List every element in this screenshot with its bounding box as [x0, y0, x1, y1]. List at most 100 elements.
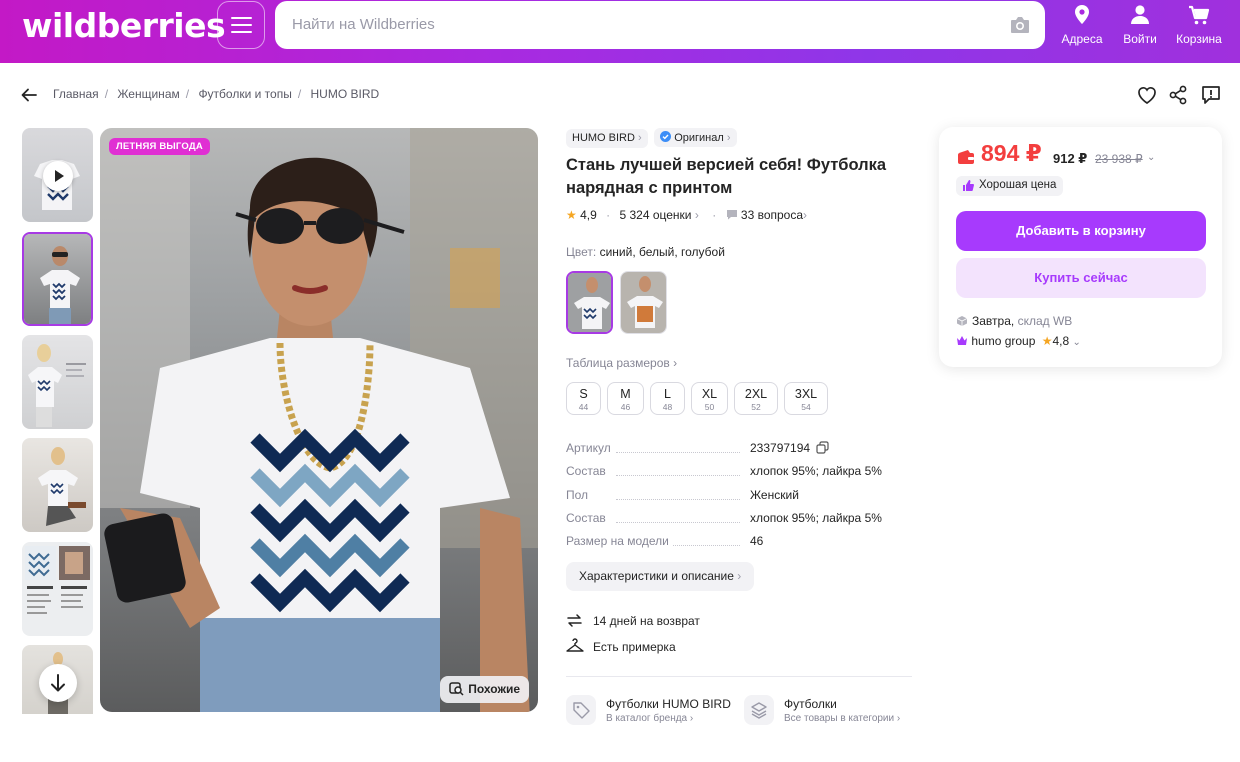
category-title: Футболки [784, 697, 837, 711]
color-swatch[interactable] [620, 271, 667, 334]
product-title: Стань лучшей версией себя! Футболка наря… [566, 156, 887, 197]
color-label: Цвет: [566, 245, 597, 259]
seller-rating: 4,8 [1052, 334, 1070, 348]
size-table-label: Таблица размеров [566, 356, 670, 370]
spec-value: хлопок 95%; лайкра 5% [750, 464, 882, 478]
cart-button[interactable]: Корзина [1169, 4, 1229, 46]
model-photo [100, 128, 538, 712]
brand-catalog-card[interactable]: Футболки HUMO BIRD В каталог бренда › [566, 695, 736, 727]
spec-row: Состав хлопок 95%; лайкра 5% [566, 464, 912, 482]
original-label: Оригинал [674, 132, 724, 144]
reviews-link[interactable]: 5 324 оценки [619, 208, 691, 222]
brand-chip[interactable]: HUMO BIRD › [566, 129, 648, 148]
size-label: 2XL [744, 387, 768, 401]
spec-row: Размер на модели 46 [566, 534, 912, 552]
thumbnail-image[interactable] [22, 438, 93, 532]
spec-value: 46 [750, 534, 764, 548]
breadcrumb-item[interactable]: Главная [53, 87, 99, 101]
size-ru: 44 [578, 402, 589, 412]
good-price-label: Хорошая цена [979, 179, 1057, 191]
color-swatch-selected[interactable] [566, 271, 613, 334]
seller-info[interactable]: humo group ★4,8 ⌄ [956, 334, 1081, 348]
location-pin-icon [1075, 5, 1089, 24]
brand-catalog-title: Футболки HUMO BIRD [606, 697, 731, 711]
wildberries-logo[interactable]: wildberries [22, 6, 226, 45]
similar-button[interactable]: Похожие [440, 676, 529, 703]
questions-link[interactable]: 33 вопроса [741, 208, 803, 222]
box-icon [956, 316, 968, 326]
tag-icon [573, 702, 590, 719]
top-header: wildberries Найти на Wildberries Адреса … [0, 0, 1240, 63]
size-option[interactable]: 3XL 54 [784, 382, 828, 415]
size-option[interactable]: XL 50 [691, 382, 728, 415]
size-label: XL [701, 387, 718, 401]
price-card: 894 ₽ 912 ₽ 23 938 ₽ ⌄ Хорошая цена Доба… [939, 127, 1222, 367]
size-option[interactable]: L 48 [650, 382, 685, 415]
breadcrumb-item[interactable]: Женщинам [117, 87, 179, 101]
spec-key: Артикул [566, 441, 615, 455]
size-option[interactable]: M 46 [607, 382, 644, 415]
spec-value: 233797194 [750, 441, 811, 455]
breadcrumb-item[interactable]: HUMO BIRD [311, 87, 380, 101]
buy-now-button[interactable]: Купить сейчас [956, 258, 1206, 298]
breadcrumb-item[interactable]: Футболки и топы [198, 87, 291, 101]
address-button[interactable]: Адреса [1052, 4, 1112, 46]
spec-row: Пол Женский [566, 488, 912, 506]
menu-button[interactable] [217, 1, 265, 49]
search-input[interactable]: Найти на Wildberries [275, 1, 1045, 49]
thumbnail-image[interactable] [22, 542, 93, 636]
promo-badge: ЛЕТНЯЯ ВЫГОДА [109, 138, 210, 155]
question-icon [726, 210, 737, 220]
back-arrow-icon[interactable] [20, 86, 38, 104]
thumbs-up-icon [963, 180, 974, 191]
copy-icon[interactable] [816, 441, 829, 454]
share-icon[interactable] [1167, 84, 1189, 106]
size-label: L [664, 387, 671, 401]
main-product-image[interactable]: ЛЕТНЯЯ ВЫГОДА Похожие [100, 128, 538, 712]
thumbnail-image[interactable] [22, 335, 93, 429]
size-option[interactable]: 2XL 52 [734, 382, 778, 415]
play-icon[interactable] [43, 161, 73, 191]
login-button[interactable]: Войти [1110, 4, 1170, 46]
brand-label: HUMO BIRD [572, 132, 635, 144]
add-to-cart-button[interactable]: Добавить в корзину [956, 211, 1206, 251]
delivery-where: склад WB [1017, 314, 1073, 328]
camera-icon[interactable] [1009, 15, 1031, 35]
swatch-image [621, 272, 666, 333]
delivery-when: Завтра, [972, 314, 1015, 328]
characteristics-label: Характеристики и описание [579, 569, 734, 583]
return-label: 14 дней на возврат [593, 614, 700, 628]
chevron-down-icon[interactable]: ⌄ [1147, 152, 1155, 163]
cart-label: Корзина [1176, 32, 1222, 46]
cart-icon [1189, 5, 1210, 25]
characteristics-button[interactable]: Характеристики и описание › [566, 562, 755, 591]
thumbnail-video[interactable] [22, 128, 93, 222]
spec-key: Состав [566, 511, 610, 525]
divider [566, 676, 912, 677]
category-card[interactable]: Футболки Все товары в категории › [744, 695, 912, 727]
size-table-link[interactable]: Таблица размеров › [566, 356, 677, 370]
hanger-icon [566, 638, 584, 652]
chevron-down-icon[interactable]: ⌄ [1073, 337, 1081, 348]
color-row: Цвет: синий, белый, голубой [566, 245, 725, 259]
size-ru: 48 [662, 402, 673, 412]
scroll-down-button[interactable] [39, 664, 77, 702]
category-link: Все товары в категории › [784, 713, 901, 724]
spec-key: Состав [566, 464, 610, 478]
size-ru: 46 [620, 402, 631, 412]
star-icon: ★ [566, 208, 577, 222]
size-label: 3XL [794, 387, 818, 401]
original-chip[interactable]: Оригинал › [654, 128, 737, 147]
rating-row: ★ 4,9 · 5 324 оценки › · 33 вопроса› [566, 208, 808, 222]
size-option[interactable]: S 44 [566, 382, 601, 415]
model-image [40, 246, 80, 324]
spec-key: Пол [566, 488, 593, 502]
breadcrumb: Главная / Женщинам / Футболки и топы / HUMO… [53, 87, 380, 101]
return-icon [567, 614, 582, 627]
report-icon[interactable] [1200, 84, 1222, 106]
heart-icon[interactable] [1136, 84, 1158, 106]
thumbnail-image[interactable] [22, 232, 93, 326]
size-label: M [620, 387, 631, 401]
product-actions [1136, 84, 1222, 106]
delivery-info: Завтра, склад WB [956, 314, 1072, 328]
